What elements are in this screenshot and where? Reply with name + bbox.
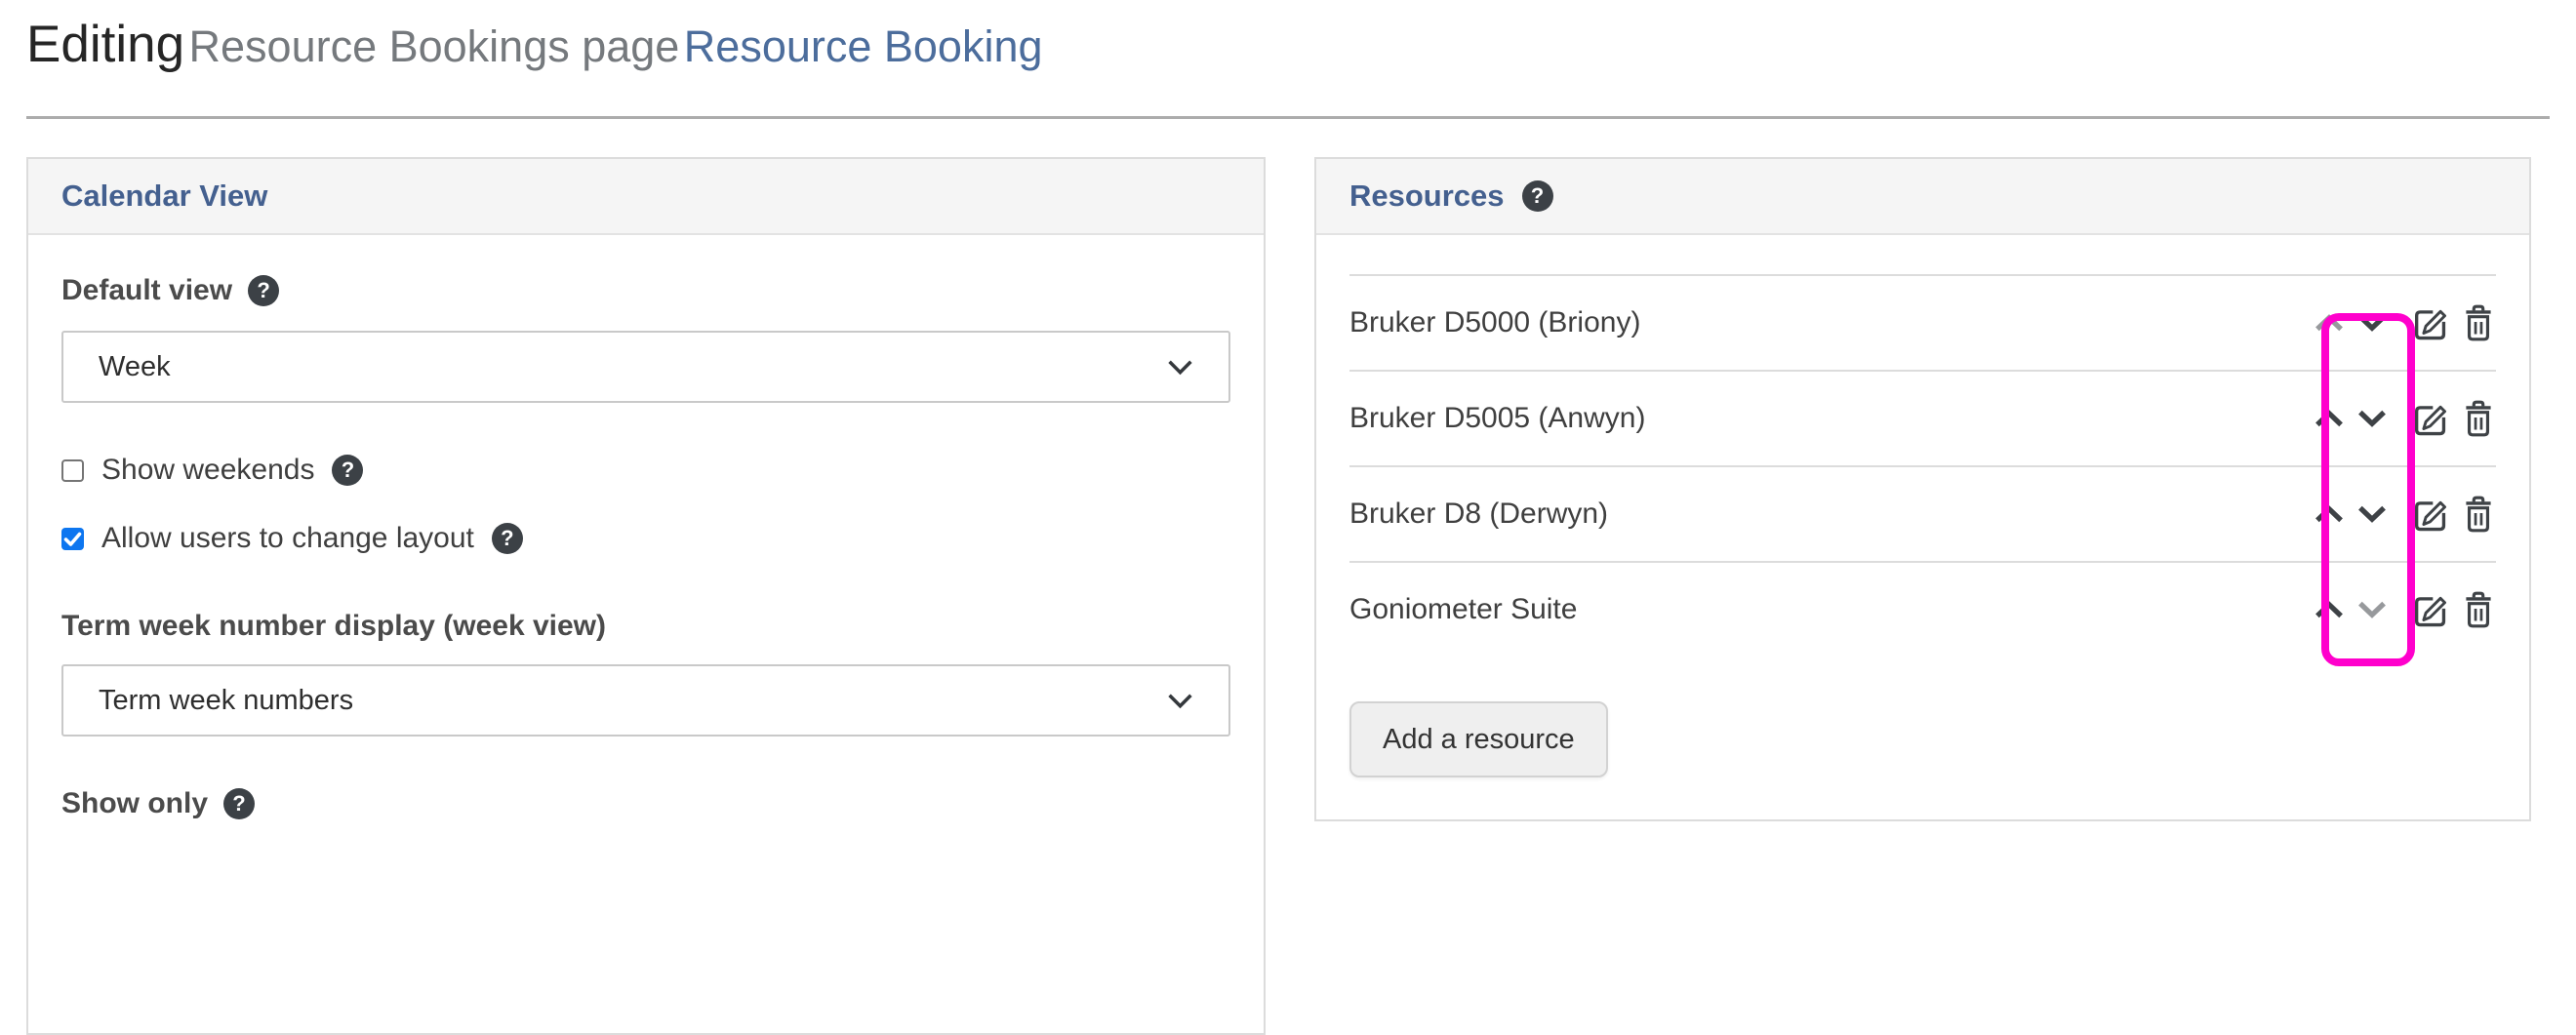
resources-panel-header: Resources ? (1316, 159, 2529, 235)
resource-name: Goniometer Suite (1349, 593, 1577, 626)
chevron-up-icon (2314, 409, 2345, 428)
help-icon[interactable]: ? (332, 455, 363, 486)
show-weekends-row: Show weekends ? (61, 454, 1230, 487)
help-icon[interactable]: ? (223, 788, 255, 819)
default-view-select-value: Week (99, 351, 171, 383)
resources-panel: Resources ? Bruker D5000 (Briony) (1314, 157, 2531, 821)
allow-layout-row: Allow users to change layout ? (61, 522, 1230, 555)
resource-name: Bruker D8 (Derwyn) (1349, 498, 1608, 531)
edit-button[interactable] (2410, 301, 2449, 344)
trash-icon (2461, 494, 2496, 535)
term-week-select-value: Term week numbers (99, 685, 353, 717)
chevron-down-icon (1167, 359, 1193, 376)
delete-button[interactable] (2461, 493, 2496, 536)
resource-name: Bruker D5000 (Briony) (1349, 306, 1640, 339)
term-week-label: Term week number display (week view) (61, 610, 606, 643)
resource-row: Bruker D5000 (Briony) (1349, 276, 2496, 372)
term-week-select[interactable]: Term week numbers (61, 664, 1230, 736)
resources-list: Bruker D5000 (Briony) (1349, 274, 2496, 657)
page: Editing Resource Bookings page Resource … (0, 0, 2576, 1035)
move-down-button[interactable] (2354, 586, 2391, 633)
resource-controls (2311, 586, 2496, 633)
chevron-down-icon (2356, 409, 2388, 428)
panels-row: Calendar View Default view ? Week Show w… (26, 157, 2550, 1035)
chevron-up-icon (2314, 504, 2345, 524)
resources-panel-title: Resources (1349, 179, 1505, 214)
show-only-label-row: Show only ? (61, 787, 1230, 820)
help-icon[interactable]: ? (1522, 180, 1553, 212)
resource-name: Bruker D5005 (Anwyn) (1349, 402, 1645, 435)
default-view-label: Default view (61, 274, 232, 307)
allow-layout-checkbox[interactable] (61, 528, 84, 550)
resource-row: Bruker D5005 (Anwyn) (1349, 372, 2496, 467)
resource-controls (2311, 395, 2496, 442)
move-up-button[interactable] (2311, 299, 2348, 346)
checkmark-icon (61, 528, 84, 550)
chevron-up-icon (2314, 600, 2345, 619)
move-up-button[interactable] (2311, 395, 2348, 442)
edit-icon (2410, 495, 2449, 534)
move-up-button[interactable] (2311, 491, 2348, 537)
delete-button[interactable] (2461, 301, 2496, 344)
move-down-button[interactable] (2354, 299, 2391, 346)
calendar-view-panel-body: Default view ? Week Show weekends ? (28, 274, 1264, 859)
add-resource-button[interactable]: Add a resource (1349, 701, 1608, 777)
edit-button[interactable] (2410, 493, 2449, 536)
chevron-down-icon (2356, 504, 2388, 524)
page-title-subtitle: Resource Bookings page (189, 21, 680, 71)
delete-button[interactable] (2461, 588, 2496, 631)
chevron-down-icon (1167, 693, 1193, 709)
page-title-editing: Editing (26, 16, 184, 73)
show-weekends-label: Show weekends (101, 454, 314, 487)
edit-icon (2410, 590, 2449, 629)
calendar-view-panel: Calendar View Default view ? Week Show w… (26, 157, 1266, 1035)
help-icon[interactable]: ? (248, 275, 279, 306)
show-only-label: Show only (61, 787, 208, 820)
move-up-button[interactable] (2311, 586, 2348, 633)
chevron-up-icon (2314, 313, 2345, 333)
edit-icon (2410, 303, 2449, 342)
edit-button[interactable] (2410, 588, 2449, 631)
trash-icon (2461, 398, 2496, 439)
resource-controls (2311, 491, 2496, 537)
chevron-down-icon (2356, 313, 2388, 333)
move-down-button[interactable] (2354, 395, 2391, 442)
calendar-view-panel-header: Calendar View (28, 159, 1264, 235)
default-view-select[interactable]: Week (61, 331, 1230, 403)
resources-panel-body: Bruker D5000 (Briony) (1316, 274, 2529, 819)
chevron-down-icon (2356, 600, 2388, 619)
page-header: Editing Resource Bookings page Resource … (0, 0, 2576, 89)
allow-layout-label: Allow users to change layout (101, 522, 474, 555)
header-divider (26, 116, 2550, 119)
default-view-label-row: Default view ? (61, 274, 1230, 307)
resource-row: Bruker D8 (Derwyn) (1349, 467, 2496, 563)
page-title: Editing Resource Bookings page Resource … (26, 14, 2550, 89)
trash-icon (2461, 589, 2496, 630)
resource-booking-link[interactable]: Resource Booking (684, 21, 1043, 71)
term-week-label-row: Term week number display (week view) (61, 610, 1230, 643)
trash-icon (2461, 302, 2496, 343)
help-icon[interactable]: ? (492, 523, 523, 554)
show-weekends-checkbox[interactable] (61, 459, 84, 482)
edit-button[interactable] (2410, 397, 2449, 440)
resource-controls (2311, 299, 2496, 346)
edit-icon (2410, 399, 2449, 438)
move-down-button[interactable] (2354, 491, 2391, 537)
calendar-view-panel-title: Calendar View (61, 179, 267, 214)
delete-button[interactable] (2461, 397, 2496, 440)
resource-row: Goniometer Suite (1349, 563, 2496, 657)
